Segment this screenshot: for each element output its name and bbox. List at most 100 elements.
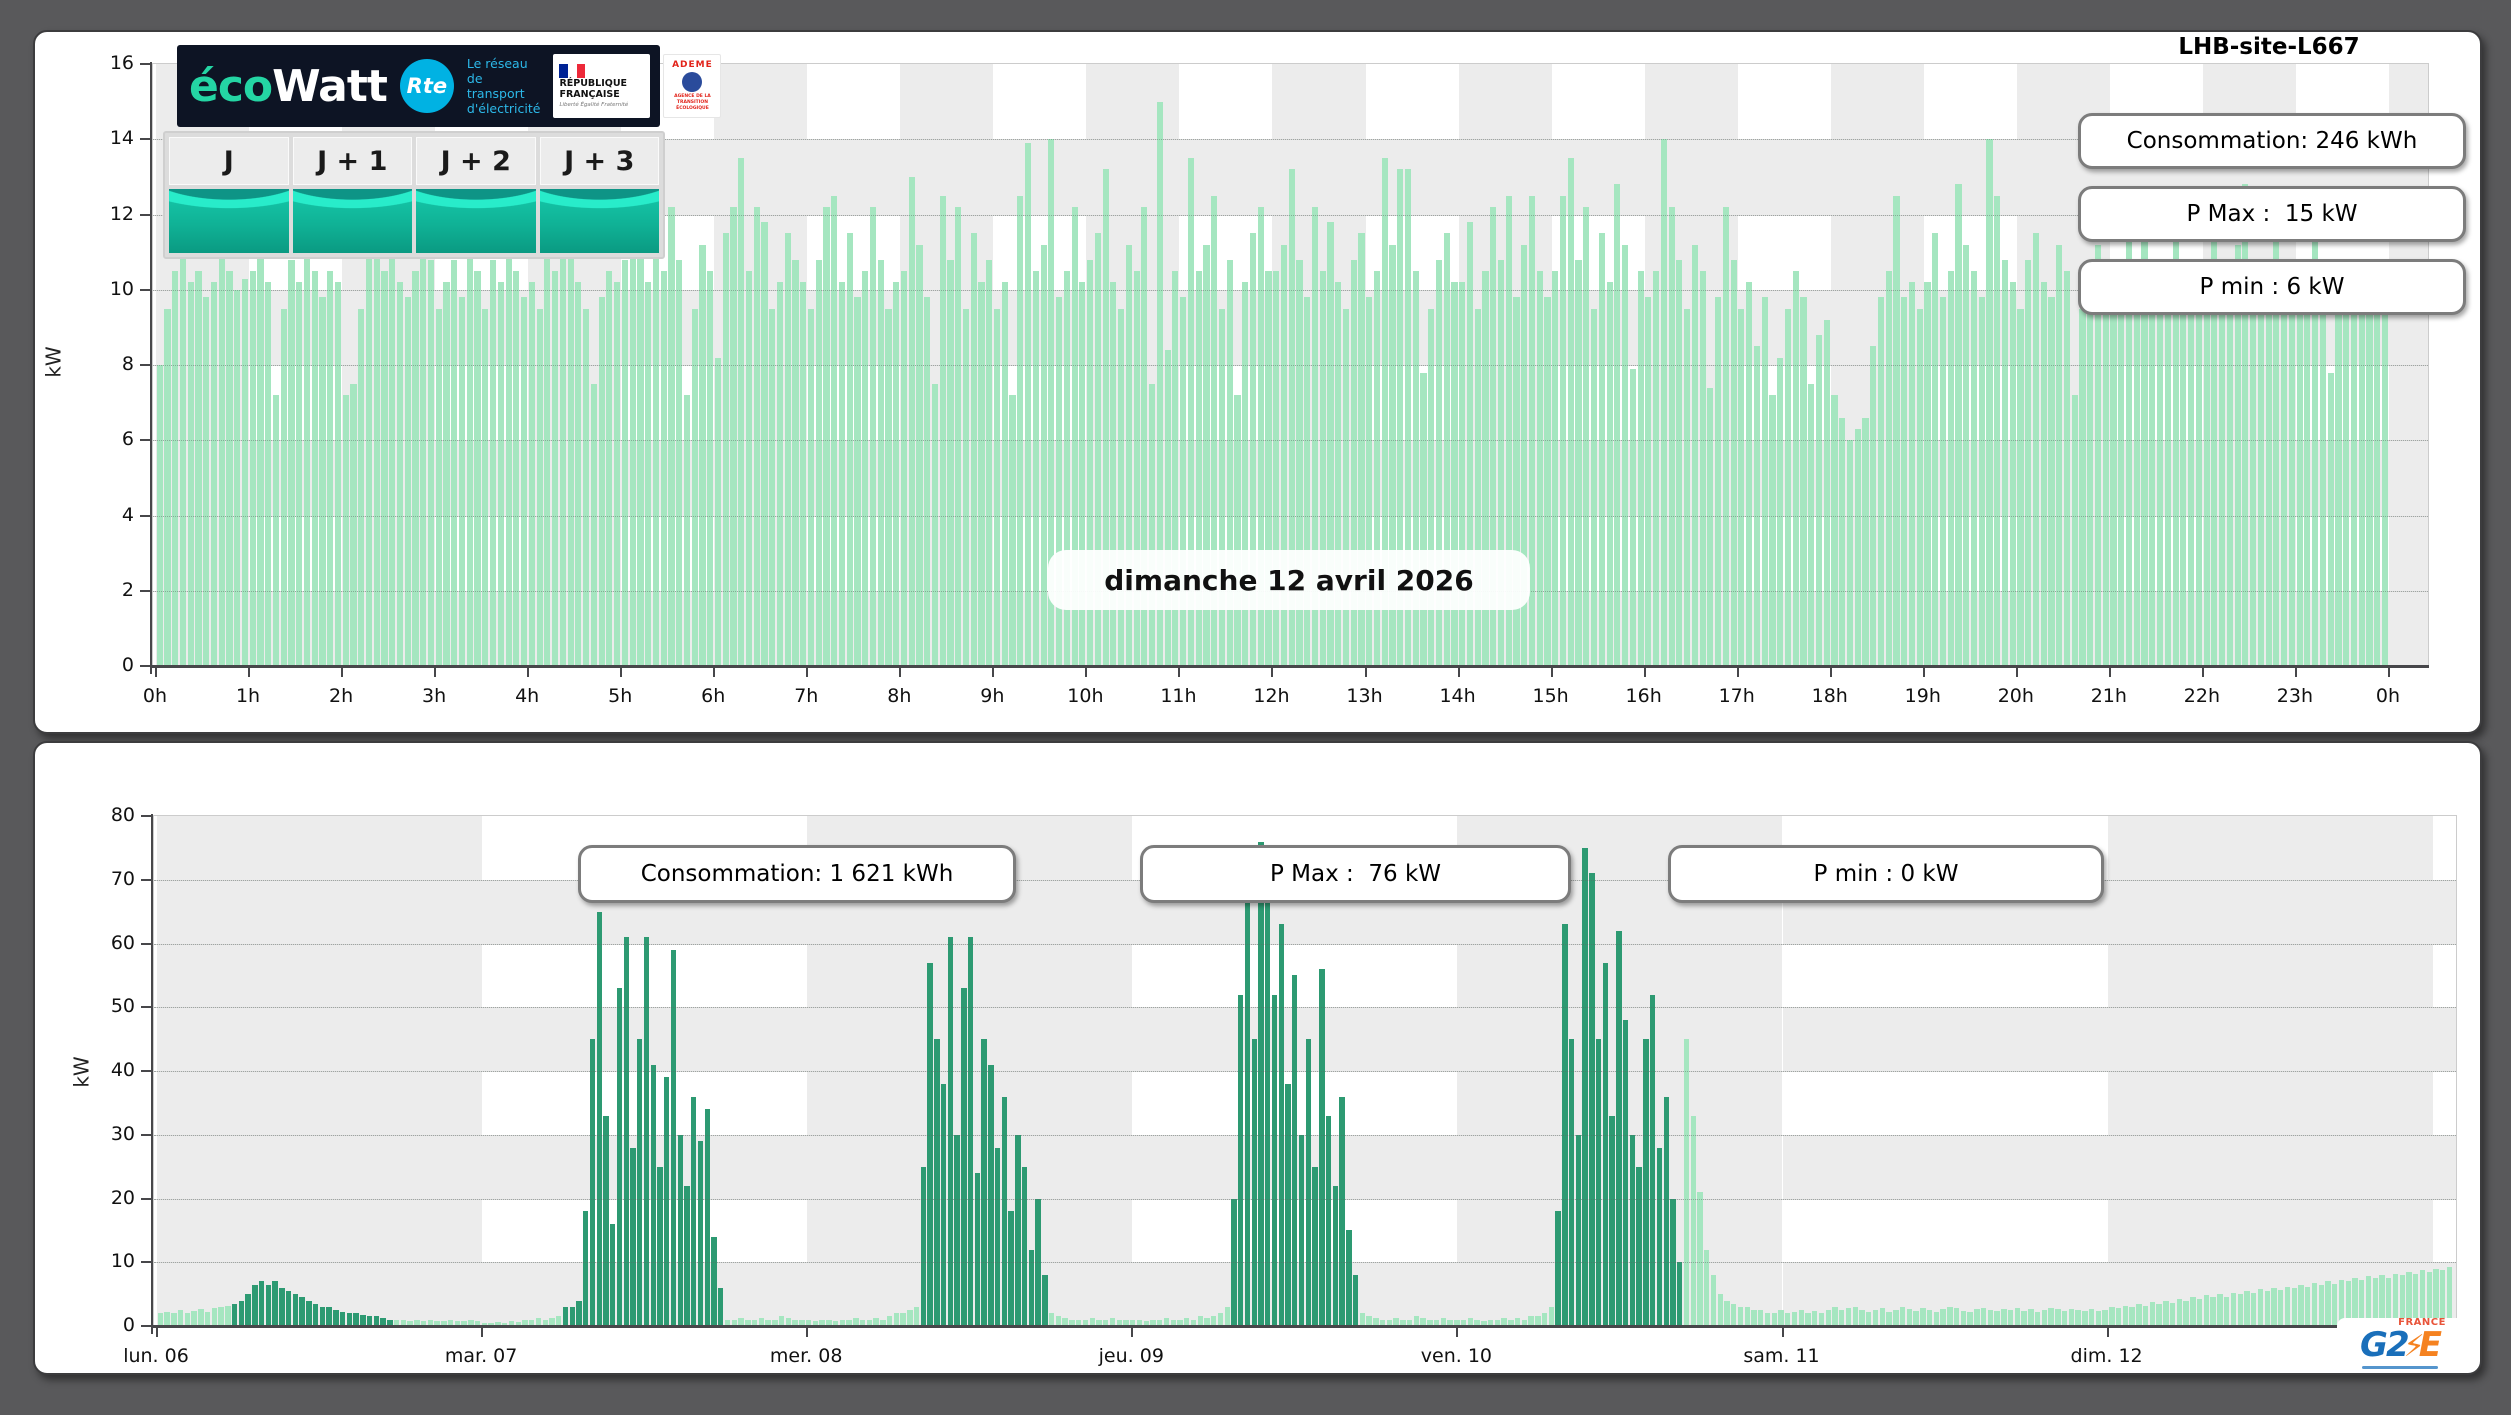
week-pmax-badge: P Max : 76 kW	[1140, 845, 1571, 903]
ecowatt-status-green-icon[interactable]	[539, 189, 659, 253]
day-pmin-badge: P min : 6 kW	[2078, 259, 2466, 315]
x-axis-tick-label: 16h	[1625, 685, 1662, 707]
data-bar	[179, 252, 187, 666]
data-bar	[2217, 1294, 2223, 1326]
x-axis-tick-label: 19h	[1904, 685, 1941, 707]
data-bar	[1582, 847, 1588, 1326]
data-bar	[252, 1284, 258, 1326]
data-bar	[907, 1310, 913, 1326]
data-bar	[1668, 207, 1675, 666]
data-bar	[1017, 195, 1024, 666]
data-bar	[2095, 1310, 2102, 1326]
data-bar	[2021, 1310, 2027, 1326]
ecowatt-status-green-icon[interactable]	[169, 189, 289, 253]
data-bar	[1690, 1115, 1696, 1326]
forecast-button-j[interactable]: J	[169, 137, 289, 253]
data-bar	[1870, 346, 1877, 666]
data-bar	[177, 1310, 184, 1326]
data-bar	[718, 1287, 724, 1326]
data-bar	[2156, 1303, 2162, 1326]
data-bar	[389, 233, 396, 666]
data-bar	[296, 282, 303, 666]
data-bar	[1645, 297, 1652, 666]
data-bar	[1339, 1096, 1345, 1326]
data-bar	[913, 1306, 920, 1326]
x-axis-tick-label: 0h	[142, 685, 168, 707]
data-bar	[711, 1236, 717, 1326]
x-axis-tick-label: 22h	[2183, 685, 2220, 707]
data-bar	[2009, 282, 2016, 666]
data-bar	[2129, 1306, 2135, 1326]
forecast-button-j3-label[interactable]: J + 3	[539, 137, 659, 185]
data-bar	[225, 1305, 231, 1326]
data-bar	[2061, 1310, 2068, 1326]
forecast-button-j2[interactable]: J + 2	[416, 137, 536, 253]
data-bar	[334, 282, 342, 666]
data-bar	[569, 1306, 575, 1326]
data-bar	[1575, 259, 1582, 666]
data-bar	[2118, 297, 2125, 666]
data-bar	[1744, 1306, 1750, 1326]
data-bar	[1710, 1275, 1717, 1326]
data-bar	[1980, 1308, 1987, 1326]
data-bar	[2190, 1297, 2196, 1326]
data-bar	[272, 1281, 278, 1326]
data-bar	[1906, 1309, 1912, 1326]
y-axis-tick-label: 20	[110, 1186, 135, 1209]
forecast-button-j-label[interactable]: J	[169, 137, 289, 185]
data-bar	[784, 233, 791, 666]
data-bar	[1707, 387, 1714, 666]
ecowatt-status-green-icon[interactable]	[292, 189, 412, 253]
data-bar	[1994, 1311, 2000, 1326]
data-bar	[312, 1303, 319, 1326]
y-axis-tick-label: 0	[121, 654, 134, 676]
data-bar	[451, 259, 458, 666]
forecast-button-j3[interactable]: J + 3	[539, 137, 659, 253]
data-bar	[769, 308, 776, 666]
forecast-button-j1-label[interactable]: J + 1	[292, 137, 412, 185]
data-bar	[299, 1297, 305, 1326]
data-bar	[327, 270, 334, 666]
data-bar	[2025, 259, 2032, 666]
data-bar	[1258, 841, 1264, 1326]
data-bar	[939, 195, 946, 666]
data-bar	[1244, 873, 1251, 1326]
data-bar	[513, 270, 520, 666]
data-bar	[2122, 1305, 2129, 1326]
data-bar	[396, 282, 404, 666]
data-bar	[1839, 1310, 1845, 1326]
forecast-button-j2-label[interactable]: J + 2	[416, 137, 536, 185]
day-chart-y-axis-title: kW	[41, 346, 66, 378]
data-bar	[1325, 1115, 1332, 1326]
data-bar	[1924, 282, 1931, 666]
data-bar	[1474, 308, 1481, 666]
data-bar	[238, 1300, 245, 1326]
forecast-button-j1[interactable]: J + 1	[292, 137, 412, 253]
data-bar	[2102, 270, 2109, 666]
data-bar	[2055, 1309, 2061, 1326]
data-bar	[2115, 1308, 2122, 1326]
rte-logo-icon: Rte	[399, 59, 454, 113]
data-bar	[1656, 1147, 1663, 1326]
data-bar	[800, 282, 807, 666]
x-axis-tick-label: 17h	[1718, 685, 1755, 707]
data-bar	[2164, 282, 2171, 666]
data-bar	[497, 282, 504, 666]
data-bar	[1737, 1306, 1744, 1326]
data-bar	[831, 195, 838, 666]
data-bar	[1001, 1096, 1008, 1326]
ecowatt-eco-text: éco	[189, 60, 273, 112]
data-bar	[1715, 297, 1722, 666]
ecowatt-watt-text: Watt	[272, 60, 388, 112]
data-bar	[482, 308, 489, 666]
data-bar	[2068, 1308, 2075, 1326]
data-bar	[2087, 259, 2094, 666]
data-bar	[1629, 368, 1636, 666]
ecowatt-status-green-icon[interactable]	[416, 189, 536, 253]
data-bar	[1761, 297, 1768, 666]
data-bar	[258, 1281, 265, 1326]
data-bar	[2264, 1290, 2270, 1326]
y-axis-tick-label: 8	[121, 353, 134, 375]
data-bar	[1859, 1310, 1865, 1326]
data-bar	[1660, 139, 1667, 666]
